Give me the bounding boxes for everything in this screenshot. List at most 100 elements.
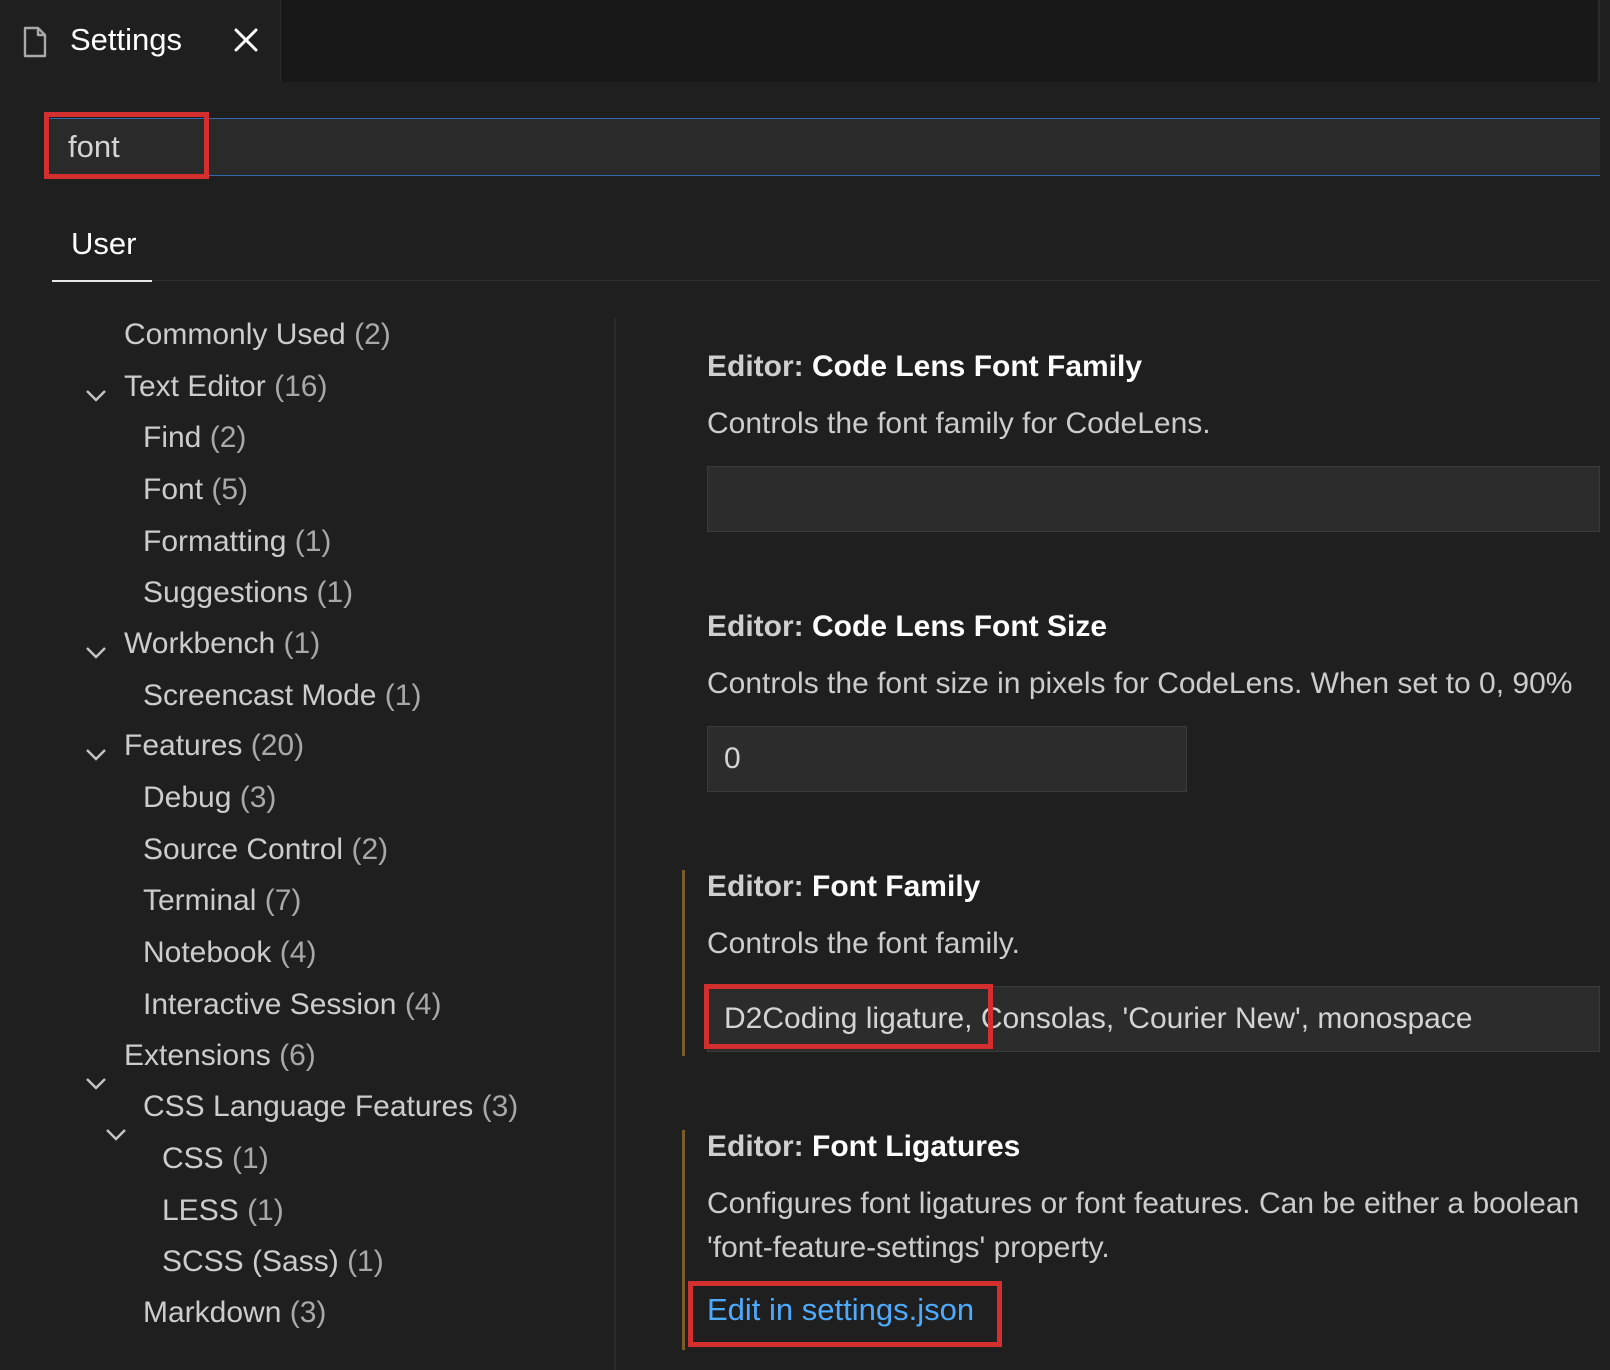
toc-item-commonly-used[interactable]: Commonly Used (2): [124, 318, 391, 362]
toc-label: Terminal: [143, 884, 257, 917]
toc-label: Notebook: [143, 936, 272, 969]
setting-description: Controls the font family.: [707, 927, 1020, 960]
toc-item-screencast-mode[interactable]: Screencast Mode (1): [143, 679, 421, 723]
setting-category: Editor:: [707, 870, 812, 903]
toc-label: Text Editor: [124, 370, 266, 403]
setting-category: Editor:: [707, 610, 812, 643]
chevron-down-icon[interactable]: [85, 748, 107, 762]
search-box: [50, 118, 1600, 176]
close-icon[interactable]: [232, 26, 260, 54]
tab-bar-edge: [1598, 0, 1600, 82]
toc-item-terminal[interactable]: Terminal (7): [143, 884, 301, 928]
modified-indicator: [682, 1130, 685, 1350]
setting-name: Code Lens Font Family: [812, 350, 1143, 383]
chevron-down-icon[interactable]: [85, 1077, 107, 1091]
toc-count: (4): [279, 936, 317, 969]
toc-count: (1): [294, 525, 332, 558]
toc-count: (2): [351, 833, 389, 866]
toc-count: (3): [289, 1296, 327, 1329]
toc-item-css-language-features[interactable]: CSS Language Features (3): [143, 1090, 518, 1134]
toc-item-text-editor[interactable]: Text Editor (16): [124, 370, 327, 414]
toc-item-suggestions[interactable]: Suggestions (1): [143, 576, 353, 620]
toc-count: (1): [347, 1245, 384, 1278]
tab-settings[interactable]: Settings: [0, 0, 281, 82]
toc-count: (6): [279, 1039, 316, 1072]
toc-label: Suggestions: [143, 576, 309, 609]
toc-count: (7): [264, 884, 302, 917]
edit-in-settings-json-link[interactable]: Edit in settings.json: [707, 1292, 974, 1328]
toc-label: Font: [143, 473, 204, 506]
setting-title: Editor: Font Family: [707, 870, 980, 904]
toc-label: CSS: [162, 1142, 224, 1175]
toc-count: (4): [404, 988, 442, 1021]
toc-label: Extensions: [124, 1039, 271, 1072]
toc-item-extensions[interactable]: Extensions (6): [124, 1039, 316, 1083]
code-lens-font-size-input[interactable]: [707, 726, 1187, 792]
setting-title: Editor: Code Lens Font Family: [707, 350, 1142, 384]
setting-code-lens-font-family: Editor: Code Lens Font Family Controls t…: [682, 340, 1600, 540]
toc-count: (1): [384, 679, 422, 712]
toc-label: Screencast Mode: [143, 679, 377, 712]
toc-count: (1): [316, 576, 354, 609]
toc-item-font[interactable]: Font (5): [143, 473, 248, 517]
file-icon: [23, 26, 47, 58]
setting-font-ligatures: Editor: Font Ligatures Configures font l…: [682, 1120, 1600, 1370]
setting-code-lens-font-size: Editor: Code Lens Font Size Controls the…: [682, 600, 1600, 800]
chevron-down-icon[interactable]: [105, 1128, 127, 1142]
toc-label: Formatting: [143, 525, 287, 558]
setting-description: Controls the font family for CodeLens.: [707, 407, 1211, 440]
modified-indicator: [682, 870, 685, 1056]
toc-item-formatting[interactable]: Formatting (1): [143, 525, 331, 569]
toc-item-notebook[interactable]: Notebook (4): [143, 936, 316, 980]
toc-count: (1): [283, 627, 321, 660]
toc-label: Source Control: [143, 833, 344, 866]
code-lens-font-family-input[interactable]: [707, 466, 1600, 532]
toc-label: Interactive Session: [143, 988, 397, 1021]
toc-item-css[interactable]: CSS (1): [162, 1142, 269, 1186]
setting-title: Editor: Code Lens Font Size: [707, 610, 1107, 644]
toc-label: Workbench: [124, 627, 276, 660]
chevron-down-icon[interactable]: [85, 646, 107, 660]
toc-label: SCSS (Sass): [162, 1245, 339, 1278]
toc-label: CSS Language Features: [143, 1090, 474, 1123]
setting-category: Editor:: [707, 350, 812, 383]
setting-title: Editor: Font Ligatures: [707, 1130, 1020, 1164]
setting-name: Font Family: [812, 870, 981, 903]
chevron-down-icon[interactable]: [85, 389, 107, 403]
toc-item-workbench[interactable]: Workbench (1): [124, 627, 320, 671]
toc-item-debug[interactable]: Debug (3): [143, 781, 276, 825]
toc-count: (1): [232, 1142, 269, 1175]
tab-active-indicator: [52, 280, 152, 282]
toc-count: (20): [250, 729, 305, 762]
toc-item-find[interactable]: Find (2): [143, 421, 246, 465]
tab-user-label: User: [71, 226, 137, 261]
toc-label: LESS: [162, 1194, 239, 1227]
toc-item-interactive-session[interactable]: Interactive Session (4): [143, 988, 441, 1032]
toc-item-less[interactable]: LESS (1): [162, 1194, 284, 1238]
setting-description: Controls the font size in pixels for Cod…: [707, 667, 1573, 700]
setting-category: Editor:: [707, 1130, 812, 1163]
toc-count: (16): [274, 370, 328, 403]
toc-item-scss[interactable]: SCSS (Sass) (1): [162, 1245, 384, 1289]
setting-description-line-2: 'font-feature-settings' property.: [707, 1231, 1110, 1264]
search-input[interactable]: [50, 119, 1600, 175]
toc-count: (3): [481, 1090, 519, 1123]
setting-name: Code Lens Font Size: [812, 610, 1108, 643]
toc-count: (2): [209, 421, 247, 454]
setting-description-line-1: Configures font ligatures or font featur…: [707, 1187, 1580, 1220]
sash-divider[interactable]: [614, 318, 616, 1370]
toc-count: (2): [354, 318, 391, 351]
font-family-input[interactable]: [707, 986, 1600, 1052]
toc-count: (5): [211, 473, 249, 506]
setting-font-family: Editor: Font Family Controls the font fa…: [682, 860, 1600, 1060]
toc-label: Commonly Used: [124, 318, 346, 351]
tab-bar: Settings: [0, 0, 1600, 82]
toc-label: Features: [124, 729, 243, 762]
setting-name: Font Ligatures: [812, 1130, 1021, 1163]
toc-label: Markdown: [143, 1296, 282, 1329]
tab-user[interactable]: User: [52, 222, 152, 282]
toc-count: (3): [239, 781, 277, 814]
toc-item-features[interactable]: Features (20): [124, 729, 304, 773]
toc-item-source-control[interactable]: Source Control (2): [143, 833, 388, 877]
toc-item-markdown[interactable]: Markdown (3): [143, 1296, 326, 1340]
